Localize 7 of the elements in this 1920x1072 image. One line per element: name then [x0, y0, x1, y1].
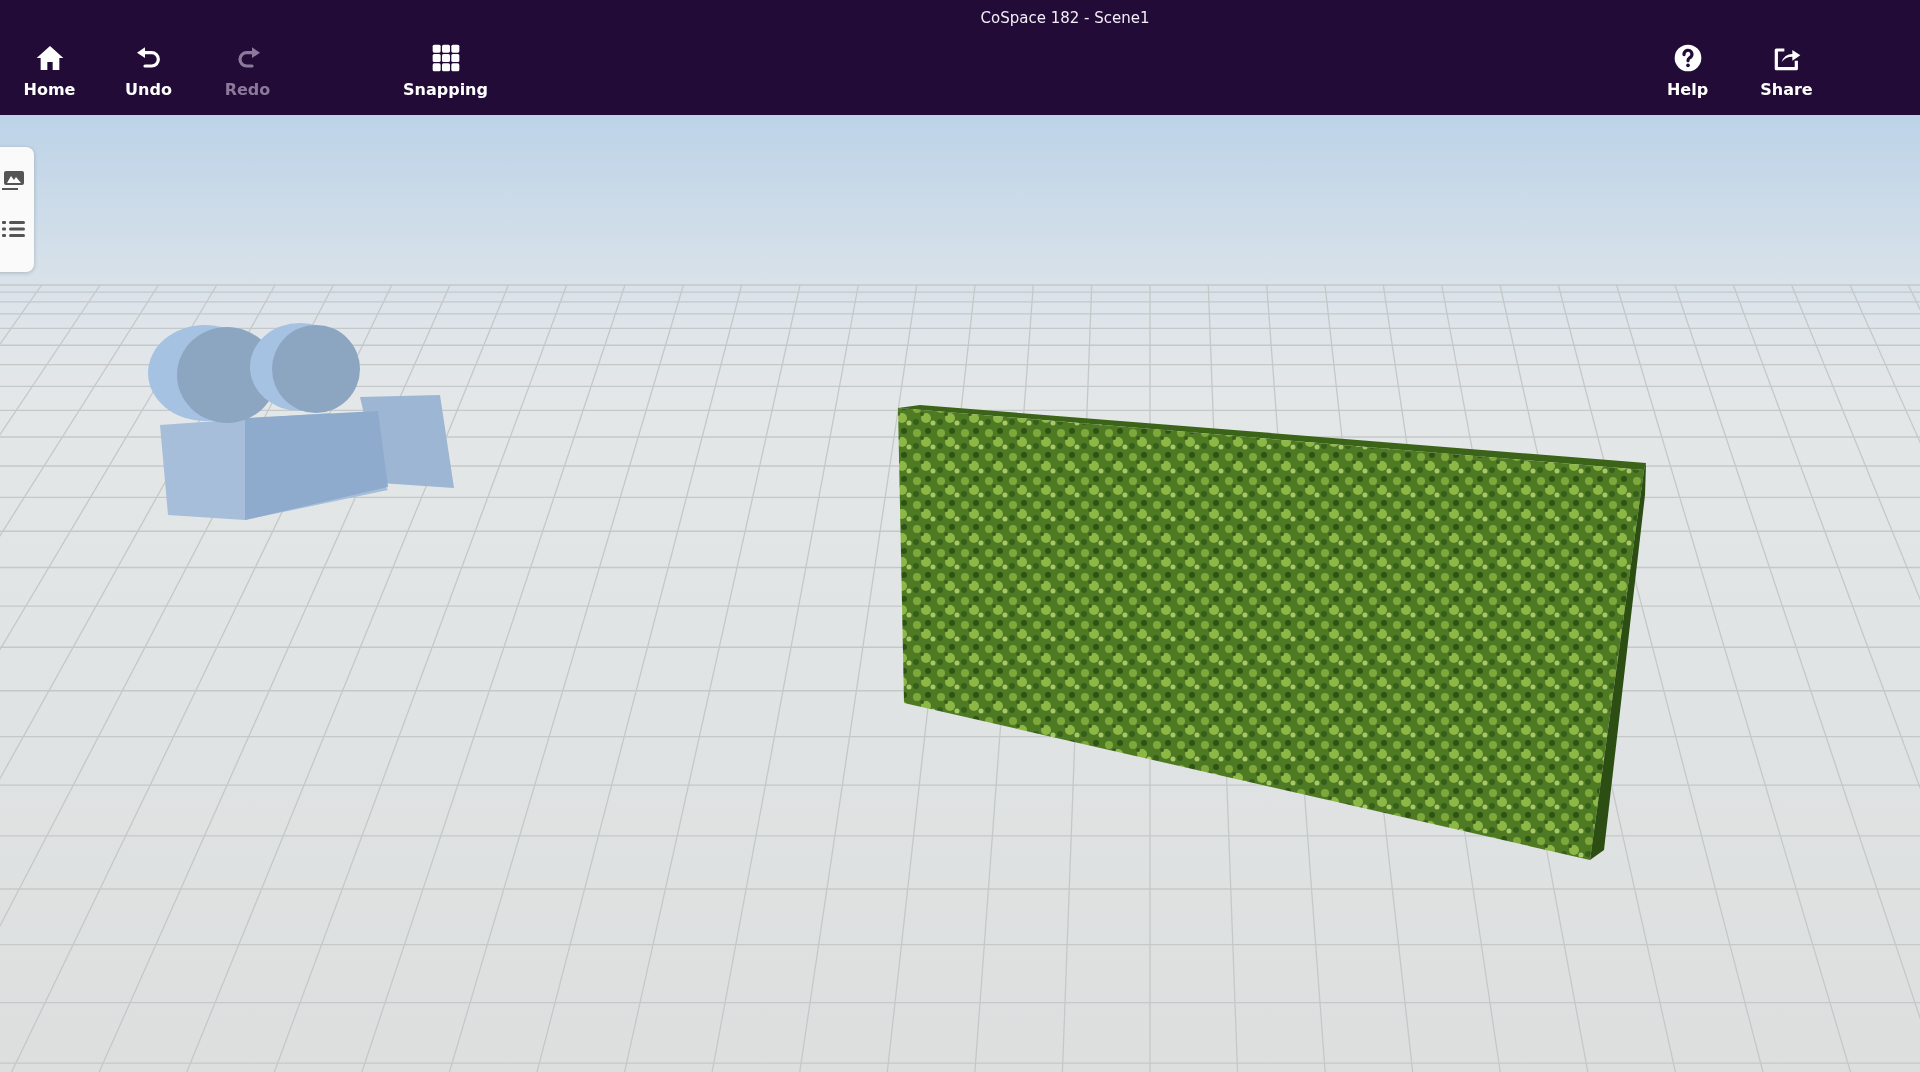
- snapping-button[interactable]: Snapping: [396, 40, 495, 101]
- window-title: CoSpace 182 - Scene1: [980, 9, 1150, 27]
- home-button[interactable]: Home: [0, 40, 99, 101]
- undo-button[interactable]: Undo: [99, 40, 198, 101]
- help-button[interactable]: Help: [1638, 40, 1737, 101]
- share-button[interactable]: Share: [1737, 40, 1836, 101]
- image-icon[interactable]: [2, 169, 26, 193]
